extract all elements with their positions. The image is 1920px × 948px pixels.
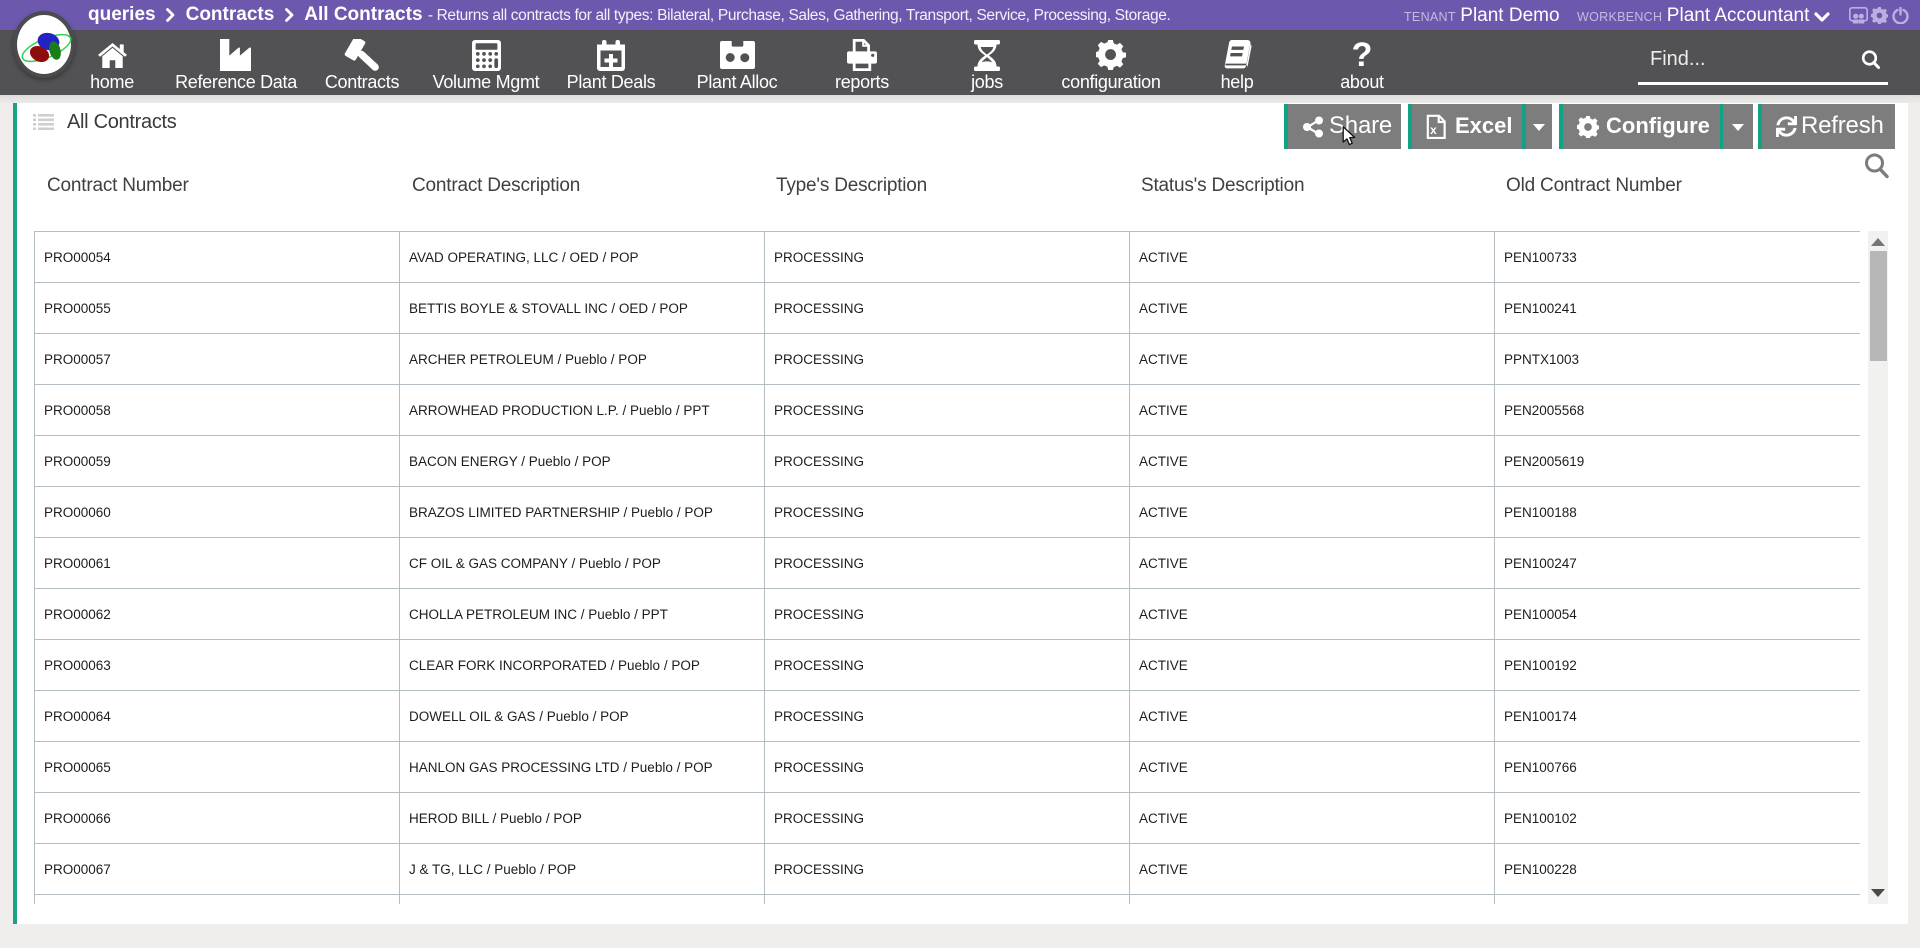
- svg-text:x: x: [1430, 123, 1437, 137]
